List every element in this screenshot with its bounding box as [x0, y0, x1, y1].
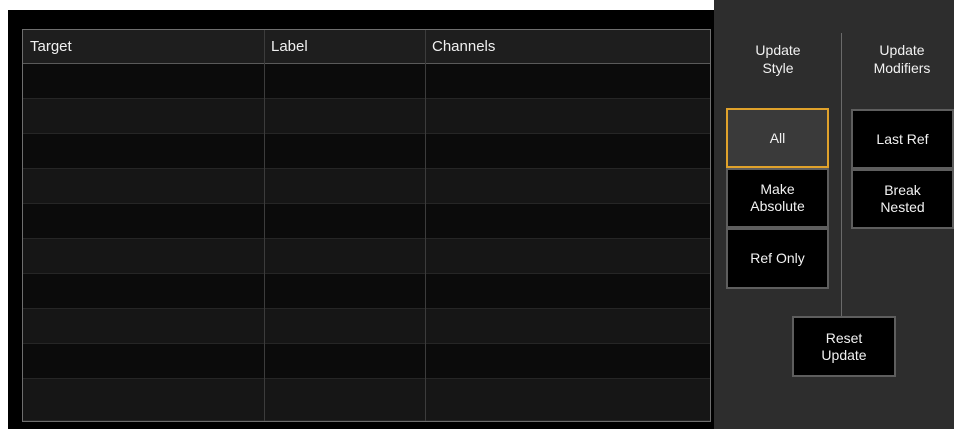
column-divider: [425, 30, 426, 421]
table-row[interactable]: [23, 169, 710, 204]
button-label: All: [769, 129, 786, 146]
table-row[interactable]: [23, 239, 710, 274]
table-row[interactable]: [23, 344, 710, 379]
target-table: Target Label Channels: [22, 29, 711, 422]
button-label: Make Absolute: [750, 181, 805, 214]
button-label: Reset Update: [821, 329, 867, 363]
last-ref-button[interactable]: Last Ref: [851, 109, 954, 169]
update-style-heading: Update Style: [755, 42, 801, 76]
update-style-all-button[interactable]: All: [726, 108, 829, 168]
button-label: Break Nested: [880, 182, 925, 215]
update-style-make-absolute-button[interactable]: Make Absolute: [726, 168, 829, 228]
column-header-label[interactable]: Label: [264, 30, 425, 63]
column-divider: [264, 30, 265, 421]
button-label: Ref Only: [750, 250, 805, 266]
column-header-channels[interactable]: Channels: [425, 30, 710, 63]
table-header: Target Label Channels: [23, 30, 710, 64]
table-row[interactable]: [23, 309, 710, 344]
table-row[interactable]: [23, 204, 710, 239]
table-row[interactable]: [23, 274, 710, 309]
update-style-ref-only-button[interactable]: Ref Only: [726, 228, 829, 289]
reset-update-button[interactable]: Reset Update: [792, 316, 896, 377]
panel-divider: [841, 33, 842, 318]
button-label: Last Ref: [876, 130, 929, 147]
table-row[interactable]: [23, 64, 710, 99]
table-row[interactable]: [23, 99, 710, 134]
table-row[interactable]: [23, 379, 710, 421]
column-header-target[interactable]: Target: [23, 30, 264, 63]
break-nested-button[interactable]: Break Nested: [851, 169, 954, 229]
table-row[interactable]: [23, 134, 710, 169]
update-modifiers-heading: Update Modifiers: [873, 42, 931, 76]
